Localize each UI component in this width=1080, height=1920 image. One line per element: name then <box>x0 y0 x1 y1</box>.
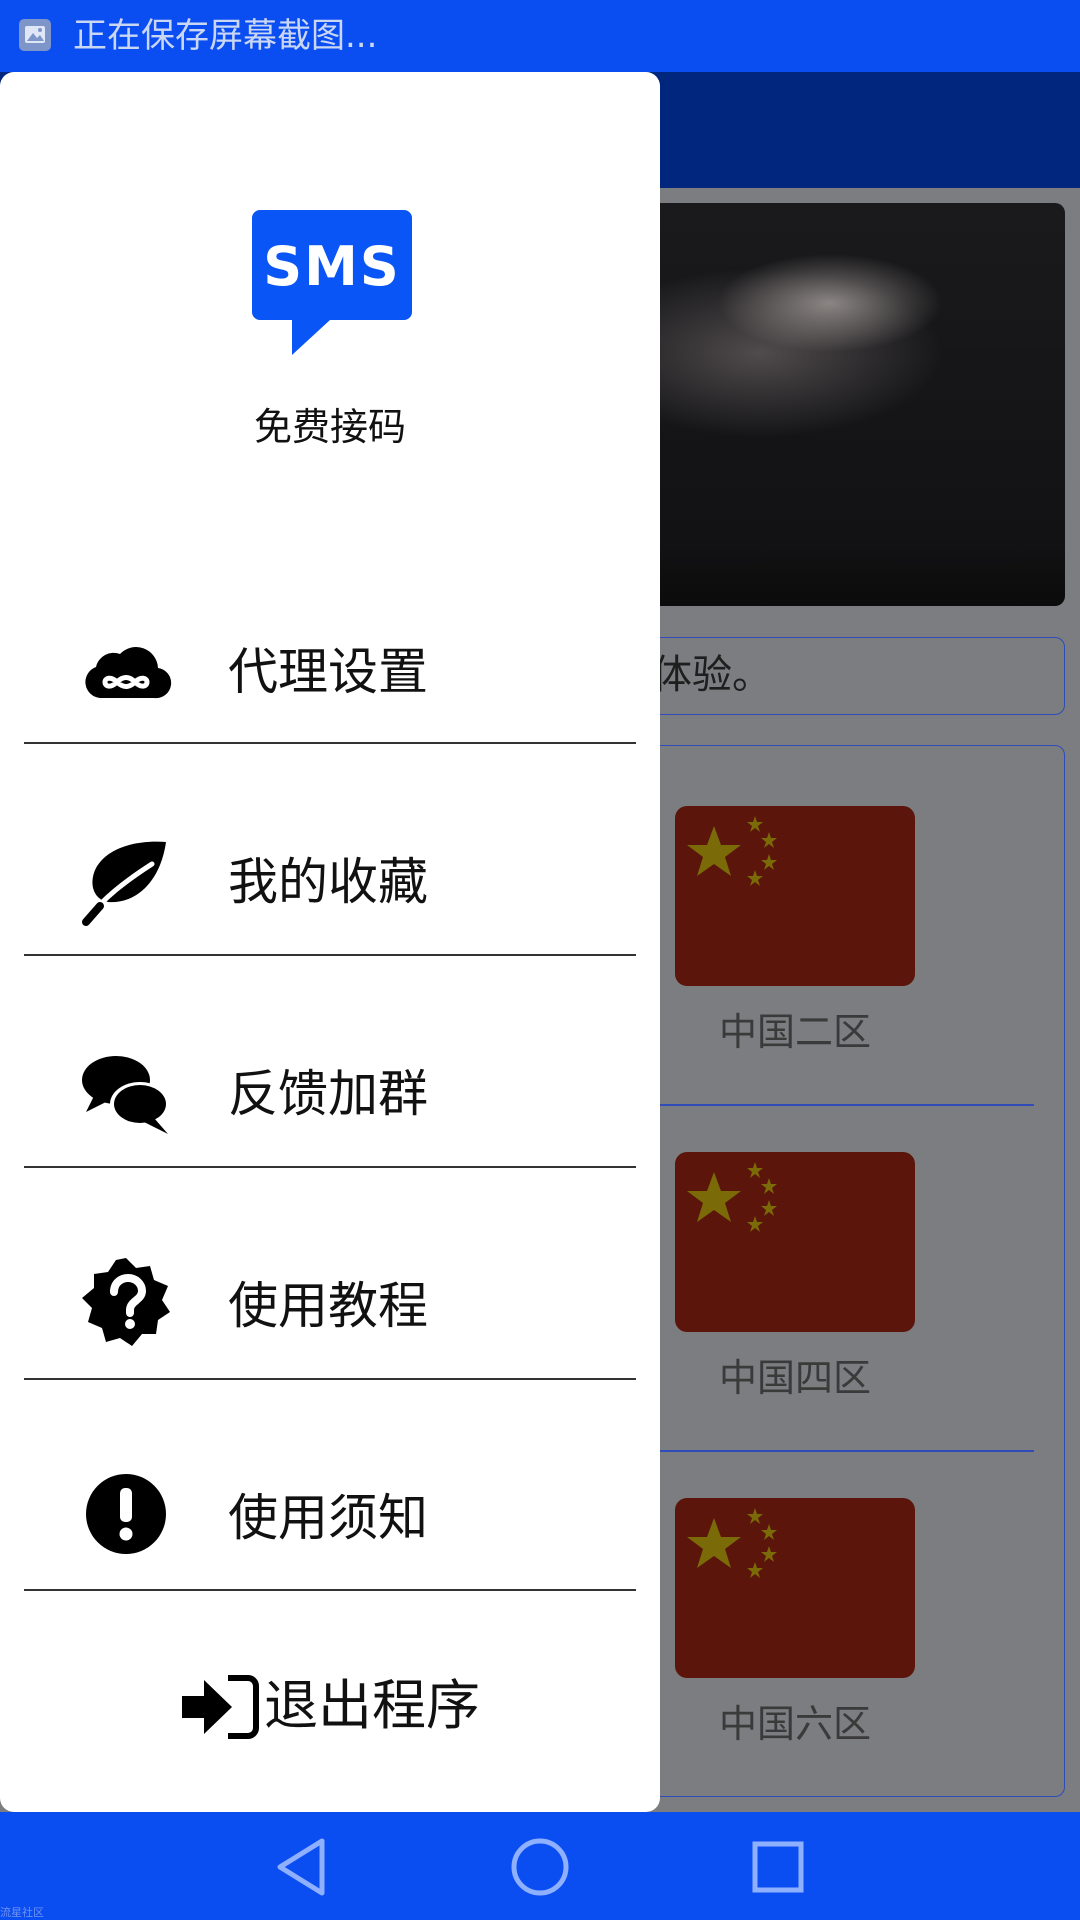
menu-item-label: 我的收藏 <box>228 853 428 911</box>
question-badge-icon <box>80 1256 172 1348</box>
menu-item-label: 使用须知 <box>228 1489 428 1547</box>
exit-label: 退出程序 <box>264 1674 480 1737</box>
home-icon[interactable] <box>508 1835 572 1899</box>
image-icon <box>19 19 51 51</box>
app-name: 免费接码 <box>253 405 406 449</box>
leaf-icon <box>80 834 172 926</box>
status-notification-text: 正在保存屏幕截图... <box>73 16 378 56</box>
menu-item-label: 使用教程 <box>228 1277 428 1335</box>
logo-text: SMS <box>263 235 401 298</box>
menu-item-label: 反馈加群 <box>228 1065 428 1123</box>
watermark-text: 流星社区 <box>0 1906 44 1919</box>
back-icon[interactable] <box>270 1835 334 1899</box>
cloud-infinity-icon <box>80 626 172 718</box>
recents-icon[interactable] <box>746 1835 810 1899</box>
menu-item-label: 代理设置 <box>228 643 428 701</box>
sign-in-arrow-icon <box>182 1674 260 1740</box>
exclamation-icon <box>80 1468 172 1560</box>
menu-divider <box>24 1589 636 1591</box>
chat-bubbles-icon <box>80 1048 172 1140</box>
sms-logo-icon: SMS <box>252 210 412 355</box>
